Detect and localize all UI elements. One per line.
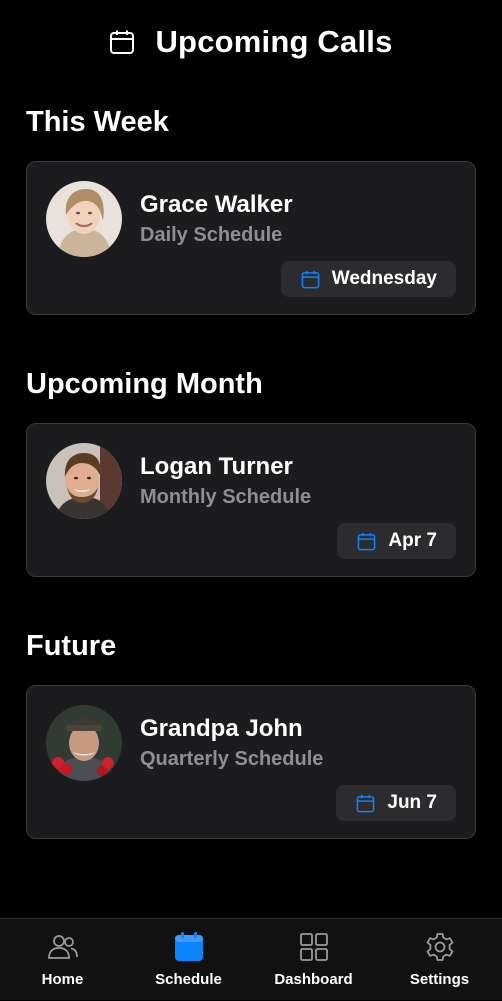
gear-icon bbox=[425, 933, 454, 961]
tab-settings[interactable]: Settings bbox=[377, 919, 502, 1001]
schedule-label: Monthly Schedule bbox=[140, 486, 312, 508]
avatar bbox=[46, 443, 122, 519]
calendar-icon bbox=[358, 532, 376, 550]
call-card[interactable]: Grandpa John Quarterly Schedule Jun 7 bbox=[26, 685, 476, 839]
grid-icon bbox=[299, 933, 328, 961]
tab-label: Home bbox=[41, 971, 84, 988]
calendar-icon bbox=[301, 270, 320, 288]
people-icon bbox=[47, 935, 78, 959]
avatar bbox=[46, 705, 122, 781]
date-badge[interactable]: Wednesday bbox=[280, 261, 456, 297]
contact-name: Grandpa John bbox=[140, 715, 303, 742]
section-title-this-week: This Week bbox=[26, 106, 169, 138]
tab-label: Schedule bbox=[155, 971, 222, 988]
tab-schedule[interactable]: Schedule bbox=[126, 919, 251, 1001]
tab-dashboard[interactable]: Dashboard bbox=[251, 919, 376, 1001]
avatar bbox=[46, 181, 122, 257]
section-title-future: Future bbox=[26, 630, 117, 662]
call-card[interactable]: Grace Walker Daily Schedule Wednesday bbox=[26, 161, 476, 315]
date-badge[interactable]: Jun 7 bbox=[336, 785, 456, 821]
date-badge[interactable]: Apr 7 bbox=[337, 523, 456, 559]
page-title: Upcoming Calls bbox=[155, 24, 393, 59]
date-label: Apr 7 bbox=[388, 530, 437, 551]
section-title-upcoming-month: Upcoming Month bbox=[26, 368, 263, 400]
tab-label: Dashboard bbox=[274, 971, 353, 988]
tab-label: Settings bbox=[409, 971, 470, 988]
calendar-icon bbox=[357, 794, 375, 812]
schedule-label: Daily Schedule bbox=[140, 224, 283, 246]
date-label: Wednesday bbox=[331, 268, 437, 289]
schedule-label: Quarterly Schedule bbox=[140, 748, 324, 770]
call-card[interactable]: Logan Turner Monthly Schedule Apr 7 bbox=[26, 423, 476, 577]
date-label: Jun 7 bbox=[387, 792, 437, 813]
page-header: Upcoming Calls bbox=[0, 18, 502, 66]
tab-bar: Home Schedule Dashboard Settings bbox=[0, 918, 502, 1000]
contact-name: Grace Walker bbox=[140, 191, 293, 218]
calendar-icon bbox=[174, 932, 203, 961]
contact-name: Logan Turner bbox=[140, 453, 293, 480]
tab-home[interactable]: Home bbox=[0, 919, 125, 1001]
calendar-icon bbox=[110, 30, 135, 54]
